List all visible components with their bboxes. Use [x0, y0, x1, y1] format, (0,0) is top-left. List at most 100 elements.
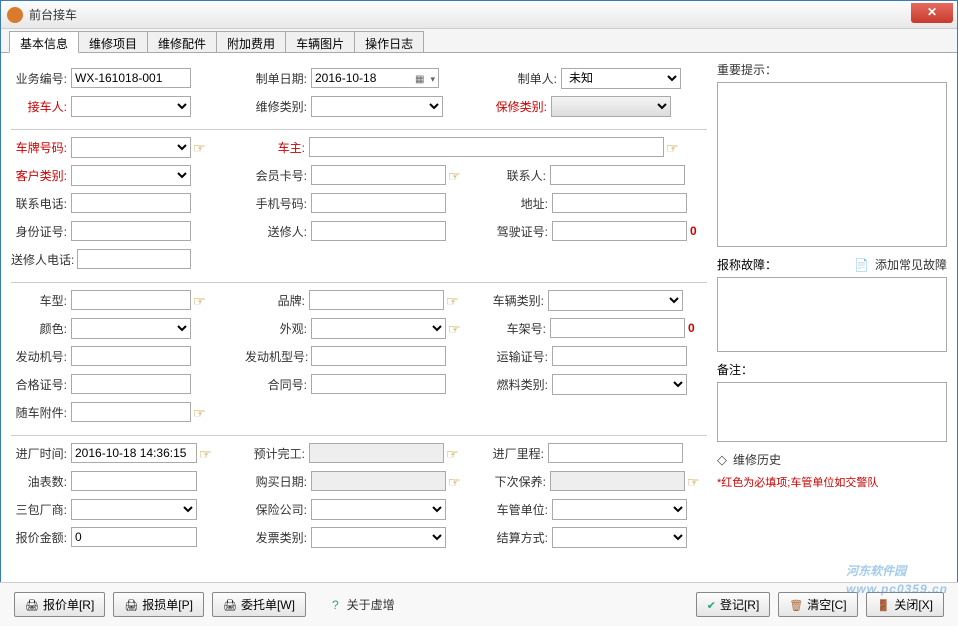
engine-model-input[interactable] [311, 346, 446, 366]
veh-type-select[interactable] [548, 290, 683, 311]
veh-admin-select[interactable] [552, 499, 687, 520]
contract-no-input[interactable] [311, 374, 446, 394]
owner-input[interactable] [309, 137, 664, 157]
cert-no-input[interactable] [71, 374, 191, 394]
maker-select[interactable]: 未知 [561, 68, 681, 89]
id-no-input[interactable] [71, 221, 191, 241]
pointer-icon[interactable] [666, 140, 684, 154]
in-time-input[interactable] [71, 443, 197, 463]
appearance-select[interactable] [311, 318, 446, 339]
repair-type-select[interactable] [311, 96, 443, 117]
label-important-tip: 重要提示： [717, 61, 947, 78]
chevron-down-icon[interactable] [427, 71, 438, 85]
label-buy-date: 购买日期: [251, 473, 311, 490]
label-invoice-type: 发票类别: [251, 529, 311, 546]
model-input[interactable] [71, 290, 191, 310]
license-input[interactable] [552, 221, 687, 241]
next-maint-input[interactable] [550, 471, 685, 491]
repair-history-link[interactable]: 维修历史 [733, 451, 781, 468]
oil-input[interactable] [71, 471, 197, 491]
label-insurer: 保险公司: [251, 501, 311, 518]
about-link[interactable]: 关于虚增 [347, 596, 395, 613]
engine-no-input[interactable] [71, 346, 191, 366]
in-mileage-input[interactable] [548, 443, 683, 463]
reported-fault-textarea[interactable] [717, 277, 947, 352]
label-appearance: 外观: [251, 320, 311, 337]
trash-icon [789, 598, 803, 612]
calendar-icon[interactable] [412, 71, 427, 85]
label-fuel-type: 燃料类别: [492, 376, 552, 393]
cust-type-select[interactable] [71, 165, 191, 186]
close-window-button[interactable]: 关闭[X] [866, 592, 944, 617]
biz-no-input[interactable] [71, 68, 191, 88]
zero-indicator: 0 [690, 224, 697, 238]
contact-input[interactable] [550, 165, 685, 185]
pointer-icon[interactable] [448, 474, 466, 488]
remark-textarea[interactable] [717, 382, 947, 442]
pointer-icon[interactable] [446, 293, 464, 307]
label-remark: 备注： [717, 361, 753, 378]
tab-basic-info[interactable]: 基本信息 [9, 31, 79, 53]
label-biz-no: 业务编号: [11, 70, 71, 87]
add-common-fault-link[interactable]: 添加常见故障 [875, 256, 947, 273]
fuel-type-select[interactable] [552, 374, 687, 395]
tab-operation-log[interactable]: 操作日志 [354, 31, 424, 52]
mobile-input[interactable] [311, 193, 446, 213]
label-veh-type: 车辆类别: [488, 292, 548, 309]
label-in-mileage: 进厂里程: [488, 445, 548, 462]
label-sender-phone: 送修人电话: [11, 251, 77, 268]
est-done-input[interactable] [309, 443, 444, 463]
label-receiver: 接车人: [11, 98, 71, 115]
eraser-icon [717, 452, 727, 468]
tab-repair-parts[interactable]: 维修配件 [147, 31, 217, 52]
address-input[interactable] [552, 193, 687, 213]
quote-button[interactable]: 报价单[R] [14, 592, 105, 617]
damage-button[interactable]: 报损单[P] [113, 592, 204, 617]
pointer-icon[interactable] [193, 140, 211, 154]
insurer-select[interactable] [311, 499, 446, 520]
warranty-type-select[interactable] [551, 96, 671, 117]
make-date-input[interactable] [311, 68, 439, 88]
entrust-button[interactable]: 委托单[W] [212, 592, 306, 617]
important-tip-textarea[interactable] [717, 82, 947, 247]
print-icon [223, 598, 237, 612]
sanbao-select[interactable] [71, 499, 197, 520]
settle-type-select[interactable] [552, 527, 687, 548]
pointer-icon[interactable] [446, 446, 464, 460]
label-color: 颜色: [11, 320, 71, 337]
color-select[interactable] [71, 318, 191, 339]
clear-button[interactable]: 清空[C] [778, 592, 857, 617]
invoice-type-select[interactable] [311, 527, 446, 548]
tab-repair-items[interactable]: 维修项目 [78, 31, 148, 52]
label-repair-type: 维修类别: [251, 98, 311, 115]
check-icon [707, 598, 716, 612]
pointer-icon[interactable] [193, 293, 211, 307]
pointer-icon[interactable] [199, 446, 217, 460]
pointer-icon[interactable] [193, 405, 211, 419]
app-icon [7, 7, 23, 23]
pointer-icon[interactable] [448, 321, 466, 335]
tab-vehicle-images[interactable]: 车辆图片 [285, 31, 355, 52]
label-engine-no: 发动机号: [11, 348, 71, 365]
pointer-icon[interactable] [687, 474, 705, 488]
buy-date-input[interactable] [311, 471, 446, 491]
accessories-input[interactable] [71, 402, 191, 422]
sender-input[interactable] [311, 221, 446, 241]
tab-extra-fee[interactable]: 附加费用 [216, 31, 286, 52]
receiver-select[interactable] [71, 96, 191, 117]
close-button[interactable]: ✕ [911, 3, 953, 23]
brand-input[interactable] [309, 290, 444, 310]
sender-phone-input[interactable] [77, 249, 191, 269]
vin-input[interactable] [550, 318, 685, 338]
label-mobile: 手机号码: [251, 195, 311, 212]
plate-select[interactable] [71, 137, 191, 158]
pointer-icon[interactable] [448, 168, 466, 182]
quote-amt-input[interactable] [71, 527, 197, 547]
member-no-input[interactable] [311, 165, 446, 185]
label-veh-admin: 车管单位: [492, 501, 552, 518]
phone-input[interactable] [71, 193, 191, 213]
register-button[interactable]: 登记[R] [696, 592, 771, 617]
label-member-no: 会员卡号: [251, 167, 311, 184]
question-icon: ? [332, 598, 339, 612]
trans-cert-input[interactable] [552, 346, 687, 366]
